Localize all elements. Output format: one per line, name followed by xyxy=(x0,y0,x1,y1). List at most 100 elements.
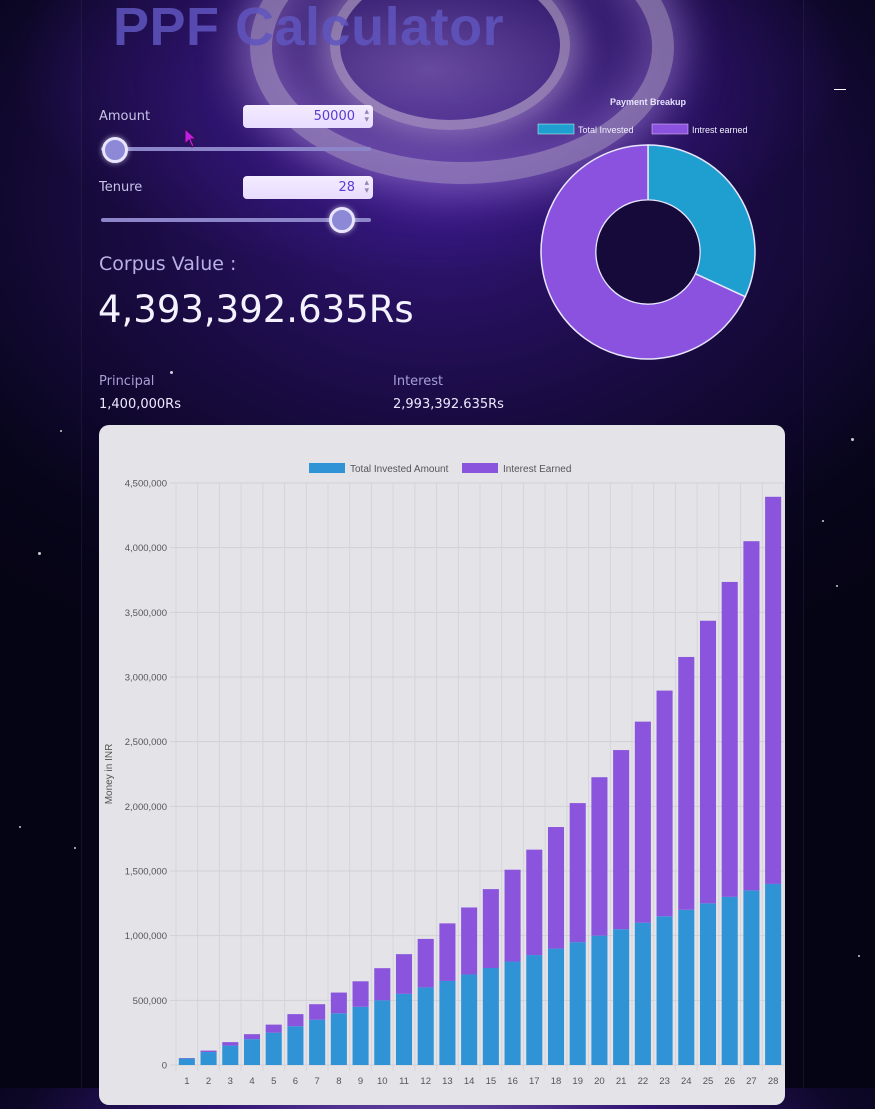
bar-interest[interactable] xyxy=(461,907,477,974)
bar-interest[interactable] xyxy=(613,750,629,929)
bar-interest[interactable] xyxy=(678,657,694,910)
x-tick-label: 19 xyxy=(572,1076,583,1087)
amount-slider-handle[interactable] xyxy=(102,137,128,163)
bar-invested[interactable] xyxy=(244,1039,260,1065)
bar-interest[interactable] xyxy=(657,691,673,917)
bar-interest[interactable] xyxy=(266,1025,282,1033)
star xyxy=(38,552,41,555)
bar-chart-legend: Total Invested AmountInterest Earned xyxy=(309,463,571,475)
bar-interest[interactable] xyxy=(222,1042,238,1045)
bar-invested[interactable] xyxy=(722,897,738,1065)
bar-invested[interactable] xyxy=(179,1059,195,1065)
bar-invested[interactable] xyxy=(201,1052,217,1065)
bar-interest[interactable] xyxy=(700,621,716,904)
bar-interest[interactable] xyxy=(201,1051,217,1052)
legend-label-invested: Total Invested xyxy=(578,125,634,135)
x-tick-label: 15 xyxy=(486,1076,497,1087)
x-tick-label: 17 xyxy=(529,1076,540,1087)
bar-interest[interactable] xyxy=(591,777,607,935)
amount-input[interactable]: 50000 ▴▾ xyxy=(243,105,373,128)
bar-invested[interactable] xyxy=(548,949,564,1065)
bar-interest[interactable] xyxy=(287,1014,303,1026)
bar-invested[interactable] xyxy=(353,1007,369,1065)
x-tick-label: 25 xyxy=(703,1076,714,1087)
bar-interest[interactable] xyxy=(505,870,521,962)
star xyxy=(858,955,860,957)
bar-invested[interactable] xyxy=(765,884,781,1065)
bar-invested[interactable] xyxy=(266,1033,282,1065)
bar-invested[interactable] xyxy=(700,903,716,1065)
bar-invested[interactable] xyxy=(483,968,499,1065)
x-tick-label: 27 xyxy=(746,1076,757,1087)
bar-invested[interactable] xyxy=(418,987,434,1065)
bar-interest[interactable] xyxy=(396,954,412,994)
donut-legend: Total Invested Intrest earned xyxy=(538,124,748,135)
star xyxy=(851,438,854,441)
x-tick-label: 8 xyxy=(336,1076,341,1087)
bar-invested[interactable] xyxy=(613,929,629,1065)
legend-swatch-invested xyxy=(538,124,574,134)
bar-invested[interactable] xyxy=(505,962,521,1065)
bar-invested[interactable] xyxy=(287,1026,303,1065)
spinner-arrows-icon[interactable]: ▴▾ xyxy=(364,108,369,124)
tenure-slider-handle[interactable] xyxy=(329,207,355,233)
bar-interest[interactable] xyxy=(331,993,347,1014)
bar-interest[interactable] xyxy=(244,1034,260,1039)
bar-invested[interactable] xyxy=(222,1046,238,1065)
y-tick-label: 0 xyxy=(162,1061,167,1072)
bar-invested[interactable] xyxy=(439,981,455,1065)
y-axis-title: Money in INR xyxy=(104,744,115,805)
bar-invested[interactable] xyxy=(591,936,607,1065)
bar-interest[interactable] xyxy=(309,1004,325,1020)
bar-interest[interactable] xyxy=(526,850,542,955)
amount-value: 50000 xyxy=(314,109,355,124)
bar-invested[interactable] xyxy=(309,1020,325,1065)
x-tick-label: 6 xyxy=(293,1076,298,1087)
y-tick-label: 500,000 xyxy=(133,996,167,1007)
y-tick-label: 4,500,000 xyxy=(125,479,167,490)
y-tick-label: 1,000,000 xyxy=(125,931,167,942)
bar-interest[interactable] xyxy=(635,722,651,923)
growth-chart-card: Total Invested AmountInterest Earned 0 500… xyxy=(99,425,785,1105)
star xyxy=(170,371,173,374)
bar-interest[interactable] xyxy=(418,939,434,988)
bar-invested[interactable] xyxy=(570,942,586,1065)
bar-invested[interactable] xyxy=(678,910,694,1065)
bar-invested[interactable] xyxy=(743,890,759,1065)
interest-value: 2,993,392.635Rs xyxy=(393,397,504,412)
bar-interest[interactable] xyxy=(722,582,738,897)
amount-label: Amount xyxy=(99,109,150,124)
x-tick-label: 16 xyxy=(507,1076,518,1087)
bar-invested[interactable] xyxy=(635,923,651,1065)
amount-slider-track[interactable] xyxy=(101,147,371,151)
legend-swatch-invested[interactable] xyxy=(309,463,345,473)
bar-invested[interactable] xyxy=(374,1000,390,1065)
legend-label-interest: Intrest earned xyxy=(692,125,748,135)
bar-invested[interactable] xyxy=(526,955,542,1065)
legend-swatch-interest[interactable] xyxy=(462,463,498,473)
bar-interest[interactable] xyxy=(439,923,455,981)
x-tick-label: 28 xyxy=(768,1076,779,1087)
bar-interest[interactable] xyxy=(483,889,499,968)
bar-invested[interactable] xyxy=(331,1013,347,1065)
spinner-arrows-icon[interactable]: ▴▾ xyxy=(364,179,369,195)
bar-interest[interactable] xyxy=(353,981,369,1007)
y-tick-label: 3,500,000 xyxy=(125,608,167,619)
bar-invested[interactable] xyxy=(461,974,477,1065)
bar-interest[interactable] xyxy=(374,968,390,1000)
bar-interest[interactable] xyxy=(765,497,781,884)
tenure-input[interactable]: 28 ▴▾ xyxy=(243,176,373,199)
bar-invested[interactable] xyxy=(396,994,412,1065)
legend-swatch-interest xyxy=(652,124,688,134)
donut-title: Payment Breakup xyxy=(610,97,687,107)
page-title: PPF Calculator xyxy=(113,0,504,58)
window-minimize-icon[interactable] xyxy=(834,89,846,90)
x-tick-label: 2 xyxy=(206,1076,211,1087)
bar-interest[interactable] xyxy=(548,827,564,949)
bar-interest[interactable] xyxy=(570,803,586,942)
y-tick-label: 2,000,000 xyxy=(125,802,167,813)
bar-invested[interactable] xyxy=(657,916,673,1065)
legend-label-interest: Interest Earned xyxy=(503,464,571,475)
bar-interest[interactable] xyxy=(743,541,759,890)
mouse-cursor-icon xyxy=(184,128,198,148)
